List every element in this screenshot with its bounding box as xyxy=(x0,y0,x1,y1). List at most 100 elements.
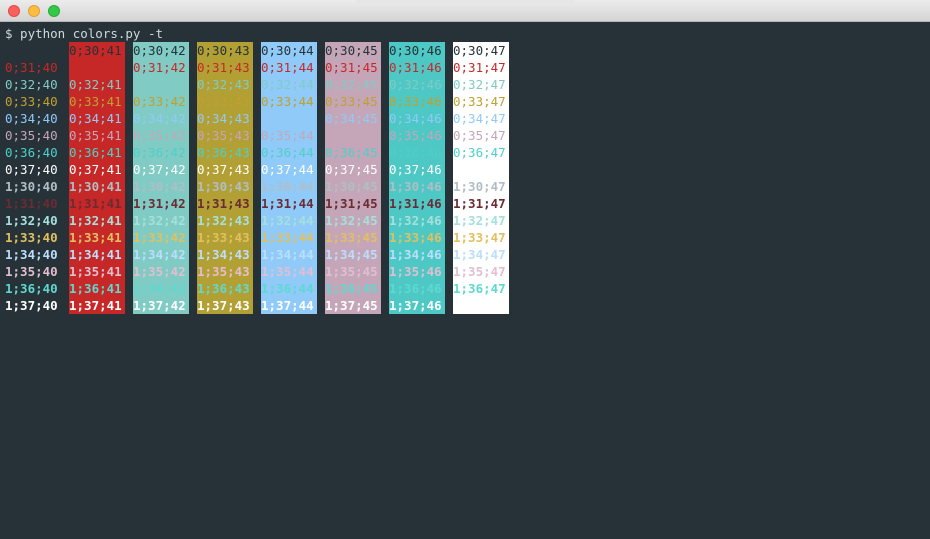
color-cell-1-34-42: 1;34;42 xyxy=(133,247,186,262)
color-cell-0-30-42: 0;30;42 xyxy=(133,43,186,58)
color-cell-1-30-41: 1;30;41 xyxy=(69,179,122,194)
color-cell-1-32-45: 1;32;45 xyxy=(325,213,378,228)
color-cell-0-33-43: 0;33;43 xyxy=(197,94,250,109)
command-line: $ python colors.py -t xyxy=(5,26,164,41)
color-cell-0-35-43: 0;35;43 xyxy=(197,128,250,143)
color-cell-1-34-45: 1;34;45 xyxy=(325,247,378,262)
color-cell-0-36-46: 0;36;46 xyxy=(389,145,442,160)
color-cell-1-31-47: 1;31;47 xyxy=(453,196,506,211)
color-cell-1-35-44: 1;35;44 xyxy=(261,264,314,279)
color-cell-1-30-43: 1;30;43 xyxy=(197,179,250,194)
color-cell-0-36-47: 0;36;47 xyxy=(453,145,506,160)
color-cell-1-36-40: 1;36;40 xyxy=(5,281,58,296)
color-cell-0-32-42: 0;32;42 xyxy=(133,77,186,92)
color-cell-1-32-47: 1;32;47 xyxy=(453,213,506,228)
color-cell-0-33-45: 0;33;45 xyxy=(325,94,378,109)
color-cell-1-30-40: 1;30;40 xyxy=(5,179,58,194)
color-cell-1-33-43: 1;33;43 xyxy=(197,230,250,245)
color-cell-1-34-40: 1;34;40 xyxy=(5,247,58,262)
close-window-icon[interactable] xyxy=(8,5,20,17)
color-cell-0-37-42: 0;37;42 xyxy=(133,162,186,177)
color-cell-0-32-44: 0;32;44 xyxy=(261,77,314,92)
color-cell-1-36-46: 1;36;46 xyxy=(389,281,442,296)
color-cell-0-33-42: 0;33;42 xyxy=(133,94,186,109)
color-cell-1-30-44: 1;30;44 xyxy=(261,179,314,194)
color-cell-0-30-44: 0;30;44 xyxy=(261,43,314,58)
color-cell-0-34-40: 0;34;40 xyxy=(5,111,58,126)
color-cell-0-33-40: 0;33;40 xyxy=(5,94,58,109)
color-cell-0-34-47: 0;34;47 xyxy=(453,111,506,126)
color-cell-1-32-46: 1;32;46 xyxy=(389,213,442,228)
color-cell-1-30-42: 1;30;42 xyxy=(133,179,186,194)
color-cell-0-30-47: 0;30;47 xyxy=(453,43,506,58)
color-cell-1-31-41: 1;31;41 xyxy=(69,196,122,211)
color-cell-0-30-41: 0;30;41 xyxy=(69,43,122,58)
color-cell-0-34-42: 0;34;42 xyxy=(133,111,186,126)
color-cell-0-36-41: 0;36;41 xyxy=(69,145,122,160)
color-cell-0-35-45: 0;35;45 xyxy=(325,128,378,143)
color-cell-0-30-43: 0;30;43 xyxy=(197,43,250,58)
color-cell-0-37-47: 0;37;47 xyxy=(453,162,506,177)
color-cell-0-30-45: 0;30;45 xyxy=(325,43,378,58)
color-cell-1-37-42: 1;37;42 xyxy=(133,298,186,313)
color-cell-1-32-44: 1;32;44 xyxy=(261,213,314,228)
color-cell-1-30-46: 1;30;46 xyxy=(389,179,442,194)
color-cell-0-34-44: 0;34;44 xyxy=(261,111,314,126)
color-cell-0-36-43: 0;36;43 xyxy=(197,145,250,160)
color-cell-1-36-44: 1;36;44 xyxy=(261,281,314,296)
color-cell-1-31-43: 1;31;43 xyxy=(197,196,250,211)
color-cell-1-35-43: 1;35;43 xyxy=(197,264,250,279)
color-cell-1-33-46: 1;33;46 xyxy=(389,230,442,245)
color-cell-0-31-43: 0;31;43 xyxy=(197,60,250,75)
color-cell-1-37-40: 1;37;40 xyxy=(5,298,58,313)
color-cell-0-35-41: 0;35;41 xyxy=(69,128,122,143)
color-cell-1-34-44: 1;34;44 xyxy=(261,247,314,262)
color-cell-0-30-46: 0;30;46 xyxy=(389,43,442,58)
color-cell-1-32-41: 1;32;41 xyxy=(69,213,122,228)
color-cell-0-31-47: 0;31;47 xyxy=(453,60,506,75)
color-cell-0-37-44: 0;37;44 xyxy=(261,162,314,177)
color-cell-0-36-40: 0;36;40 xyxy=(5,145,58,160)
color-cell-0-30-40: 0;30;40 xyxy=(5,43,58,58)
color-cell-1-33-42: 1;33;42 xyxy=(133,230,186,245)
color-cell-0-35-46: 0;35;46 xyxy=(389,128,442,143)
color-cell-1-32-42: 1;32;42 xyxy=(133,213,186,228)
color-cell-0-34-45: 0;34;45 xyxy=(325,111,378,126)
color-cell-1-35-41: 1;35;41 xyxy=(69,264,122,279)
color-cell-1-37-45: 1;37;45 xyxy=(325,298,378,313)
color-cell-0-33-44: 0;33;44 xyxy=(261,94,314,109)
color-cell-0-37-45: 0;37;45 xyxy=(325,162,378,177)
color-cell-0-34-43: 0;34;43 xyxy=(197,111,250,126)
color-cell-1-35-45: 1;35;45 xyxy=(325,264,378,279)
color-cell-0-31-40: 0;31;40 xyxy=(5,60,58,75)
color-cell-0-35-40: 0;35;40 xyxy=(5,128,58,143)
color-cell-1-31-40: 1;31;40 xyxy=(5,196,58,211)
color-cell-0-35-47: 0;35;47 xyxy=(453,128,506,143)
color-cell-1-36-47: 1;36;47 xyxy=(453,281,506,296)
color-cell-0-32-41: 0;32;41 xyxy=(69,77,122,92)
color-cell-0-32-40: 0;32;40 xyxy=(5,77,58,92)
color-cell-0-34-46: 0;34;46 xyxy=(389,111,442,126)
color-cell-0-33-41: 0;33;41 xyxy=(69,94,122,109)
color-cell-0-37-40: 0;37;40 xyxy=(5,162,58,177)
color-cell-1-35-46: 1;35;46 xyxy=(389,264,442,279)
color-cell-0-32-47: 0;32;47 xyxy=(453,77,506,92)
color-cell-1-34-46: 1;34;46 xyxy=(389,247,442,262)
color-cell-1-35-40: 1;35;40 xyxy=(5,264,58,279)
color-cell-1-37-41: 1;37;41 xyxy=(69,298,122,313)
color-cell-1-33-40: 1;33;40 xyxy=(5,230,58,245)
color-cell-0-31-42: 0;31;42 xyxy=(133,60,186,75)
color-cell-1-37-46: 1;37;46 xyxy=(389,298,442,313)
terminal-output[interactable]: $ python colors.py -t 0;30;40 0;30;41 0;30… xyxy=(0,23,930,539)
color-cell-1-33-41: 1;33;41 xyxy=(69,230,122,245)
title-bar-tab-area xyxy=(356,0,574,4)
color-cell-1-31-45: 1;31;45 xyxy=(325,196,378,211)
color-cell-1-31-42: 1;31;42 xyxy=(133,196,186,211)
minimize-window-icon[interactable] xyxy=(28,5,40,17)
title-bar[interactable] xyxy=(0,0,930,22)
color-cell-0-31-44: 0;31;44 xyxy=(261,60,314,75)
color-cell-1-31-44: 1;31;44 xyxy=(261,196,314,211)
zoom-window-icon[interactable] xyxy=(48,5,60,17)
color-cell-0-37-43: 0;37;43 xyxy=(197,162,250,177)
color-cell-0-33-47: 0;33;47 xyxy=(453,94,506,109)
